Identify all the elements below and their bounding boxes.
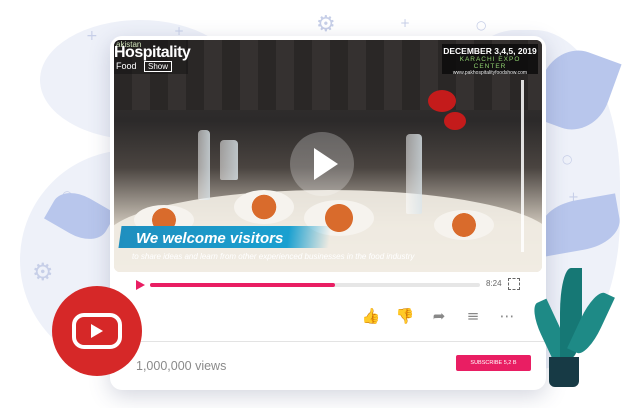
video-flower [444, 112, 466, 130]
logo-main-text: Hospitality [114, 44, 191, 61]
youtube-logo-icon [52, 286, 142, 376]
gear-icon: ⚙ [316, 12, 336, 37]
event-logo: akistan Hospitality Food Show [114, 40, 191, 74]
player-controls: 8:24 [110, 274, 546, 298]
gear-icon: ⚙ [32, 258, 54, 286]
event-url: www.pakhospitalityfoodshow.com [452, 70, 528, 76]
subscribe-button[interactable]: SUBSCRIBE 5,2 B [456, 355, 531, 371]
play-icon [314, 148, 338, 180]
event-info-box: DECEMBER 3,4,5, 2019 KARACHI EXPO CENTER… [442, 44, 538, 76]
video-glass [220, 140, 238, 180]
play-overlay-button[interactable] [290, 132, 354, 196]
video-plate [234, 190, 294, 224]
logo-sub-right: Show [144, 61, 173, 72]
add-to-playlist-icon[interactable]: ≡ [462, 306, 484, 326]
plus-icon: + [86, 28, 98, 44]
progress-bar[interactable] [150, 283, 480, 287]
plus-icon: + [400, 16, 411, 30]
video-player-card: akistan Hospitality Food Show DECEMBER 3… [110, 36, 546, 390]
fullscreen-icon[interactable] [508, 278, 520, 290]
plant-pot-icon [549, 357, 579, 387]
more-icon[interactable]: ⋯ [496, 306, 518, 326]
video-bottle [198, 130, 210, 200]
video-duration: 8:24 [486, 279, 502, 288]
share-icon[interactable]: ➦ [428, 306, 450, 326]
youtube-frame [72, 313, 122, 349]
play-button[interactable] [136, 280, 145, 290]
video-plate [434, 210, 494, 240]
divider [110, 341, 546, 342]
event-venue: KARACHI EXPO CENTER [459, 56, 521, 70]
youtube-play-icon [91, 324, 103, 338]
video-bottle [406, 134, 422, 214]
logo-sub-left: Food [116, 61, 137, 71]
video-headline: We welcome visitors [136, 230, 284, 247]
thumbs-down-icon[interactable]: 👎 [394, 306, 416, 326]
video-flower [428, 90, 456, 112]
event-dates: DECEMBER 3,4,5, 2019 [443, 46, 537, 56]
video-scrollbar[interactable] [521, 80, 524, 252]
circle-icon: ○ [476, 18, 487, 32]
progress-fill [150, 283, 335, 287]
circle-icon: ○ [562, 152, 573, 166]
view-count: 1,000,000 views [136, 359, 227, 373]
video-subline: to share ideas and learn from other expe… [132, 252, 415, 261]
video-frame[interactable]: akistan Hospitality Food Show DECEMBER 3… [114, 40, 542, 272]
thumbs-up-icon[interactable]: 👍 [360, 306, 382, 326]
